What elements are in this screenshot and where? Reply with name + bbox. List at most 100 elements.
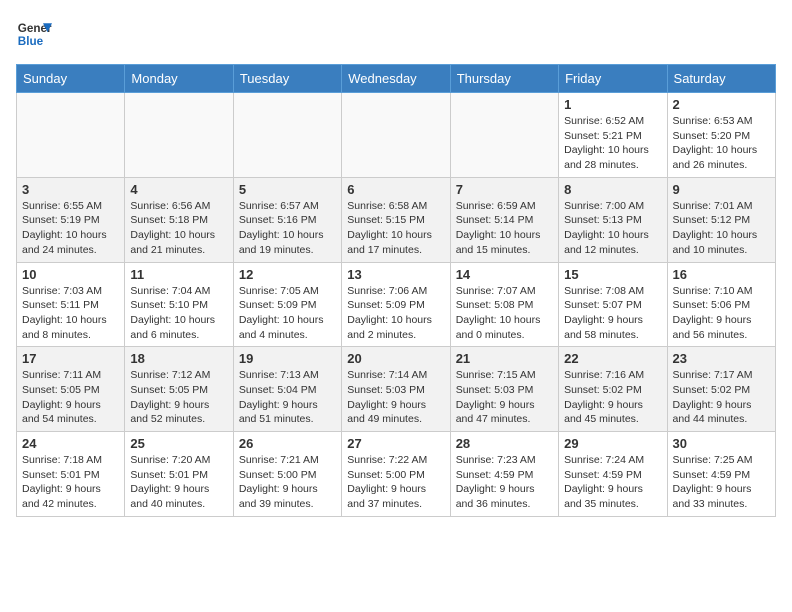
day-number: 29: [564, 436, 661, 451]
day-info: Sunrise: 7:03 AM Sunset: 5:11 PM Dayligh…: [22, 284, 119, 343]
day-number: 5: [239, 182, 336, 197]
day-info: Sunrise: 7:10 AM Sunset: 5:06 PM Dayligh…: [673, 284, 770, 343]
day-info: Sunrise: 6:59 AM Sunset: 5:14 PM Dayligh…: [456, 199, 553, 258]
weekday-header-tuesday: Tuesday: [233, 65, 341, 93]
calendar-week-row: 1 Sunrise: 6:52 AM Sunset: 5:21 PM Daylig…: [17, 93, 776, 178]
calendar-cell: 22 Sunrise: 7:16 AM Sunset: 5:02 PM Dayli…: [559, 347, 667, 432]
calendar-cell: 2Sunrise: 6:53 AM Sunset: 5:20 PM Daylig…: [667, 93, 775, 178]
day-info: Sunrise: 7:08 AM Sunset: 5:07 PM Dayligh…: [564, 284, 661, 343]
calendar-cell: 15 Sunrise: 7:08 AM Sunset: 5:07 PM Dayli…: [559, 262, 667, 347]
day-number: 10: [22, 267, 119, 282]
day-info: Sunrise: 7:12 AM Sunset: 5:05 PM Dayligh…: [130, 368, 227, 427]
day-number: 12: [239, 267, 336, 282]
day-number: 20: [347, 351, 444, 366]
calendar-table: SundayMondayTuesdayWednesdayThursdayFrid…: [16, 64, 776, 517]
day-number: 1: [564, 97, 661, 112]
day-number: 21: [456, 351, 553, 366]
day-number: 23: [673, 351, 770, 366]
day-number: 26: [239, 436, 336, 451]
day-info: Sunrise: 7:22 AM Sunset: 5:00 PM Dayligh…: [347, 453, 444, 512]
day-info: Sunrise: 7:16 AM Sunset: 5:02 PM Dayligh…: [564, 368, 661, 427]
calendar-cell: 16 Sunrise: 7:10 AM Sunset: 5:06 PM Dayli…: [667, 262, 775, 347]
day-info: Sunrise: 7:05 AM Sunset: 5:09 PM Dayligh…: [239, 284, 336, 343]
calendar-cell: [450, 93, 558, 178]
day-info: Sunrise: 6:52 AM Sunset: 5:21 PM Dayligh…: [564, 114, 661, 173]
day-info: Sunrise: 7:01 AM Sunset: 5:12 PM Dayligh…: [673, 199, 770, 258]
day-info: Sunrise: 7:13 AM Sunset: 5:04 PM Dayligh…: [239, 368, 336, 427]
page-header: General Blue: [16, 16, 776, 52]
calendar-cell: 4 Sunrise: 6:56 AM Sunset: 5:18 PM Daylig…: [125, 177, 233, 262]
day-info: Sunrise: 7:00 AM Sunset: 5:13 PM Dayligh…: [564, 199, 661, 258]
day-number: 30: [673, 436, 770, 451]
day-number: 7: [456, 182, 553, 197]
day-info: Sunrise: 7:17 AM Sunset: 5:02 PM Dayligh…: [673, 368, 770, 427]
logo: General Blue: [16, 16, 52, 52]
calendar-cell: 26 Sunrise: 7:21 AM Sunset: 5:00 PM Dayli…: [233, 432, 341, 517]
calendar-cell: 30Sunrise: 7:25 AM Sunset: 4:59 PM Dayli…: [667, 432, 775, 517]
day-info: Sunrise: 7:04 AM Sunset: 5:10 PM Dayligh…: [130, 284, 227, 343]
day-number: 25: [130, 436, 227, 451]
day-info: Sunrise: 6:55 AM Sunset: 5:19 PM Dayligh…: [22, 199, 119, 258]
day-number: 3: [22, 182, 119, 197]
day-number: 16: [673, 267, 770, 282]
weekday-header-saturday: Saturday: [667, 65, 775, 93]
calendar-cell: 27 Sunrise: 7:22 AM Sunset: 5:00 PM Dayli…: [342, 432, 450, 517]
day-info: Sunrise: 6:53 AM Sunset: 5:20 PM Dayligh…: [673, 114, 770, 173]
calendar-week-row: 3 Sunrise: 6:55 AM Sunset: 5:19 PM Daylig…: [17, 177, 776, 262]
calendar-cell: [233, 93, 341, 178]
day-number: 15: [564, 267, 661, 282]
calendar-cell: 11 Sunrise: 7:04 AM Sunset: 5:10 PM Dayli…: [125, 262, 233, 347]
day-info: Sunrise: 6:58 AM Sunset: 5:15 PM Dayligh…: [347, 199, 444, 258]
day-number: 14: [456, 267, 553, 282]
weekday-header-row: SundayMondayTuesdayWednesdayThursdayFrid…: [17, 65, 776, 93]
day-number: 13: [347, 267, 444, 282]
calendar-cell: 14 Sunrise: 7:07 AM Sunset: 5:08 PM Dayli…: [450, 262, 558, 347]
day-number: 22: [564, 351, 661, 366]
day-number: 8: [564, 182, 661, 197]
day-number: 9: [673, 182, 770, 197]
weekday-header-thursday: Thursday: [450, 65, 558, 93]
day-info: Sunrise: 7:18 AM Sunset: 5:01 PM Dayligh…: [22, 453, 119, 512]
calendar-cell: [17, 93, 125, 178]
day-number: 11: [130, 267, 227, 282]
day-info: Sunrise: 7:23 AM Sunset: 4:59 PM Dayligh…: [456, 453, 553, 512]
calendar-cell: 21 Sunrise: 7:15 AM Sunset: 5:03 PM Dayli…: [450, 347, 558, 432]
calendar-cell: 19 Sunrise: 7:13 AM Sunset: 5:04 PM Dayli…: [233, 347, 341, 432]
day-number: 28: [456, 436, 553, 451]
calendar-week-row: 10 Sunrise: 7:03 AM Sunset: 5:11 PM Dayli…: [17, 262, 776, 347]
weekday-header-friday: Friday: [559, 65, 667, 93]
day-info: Sunrise: 6:56 AM Sunset: 5:18 PM Dayligh…: [130, 199, 227, 258]
day-info: Sunrise: 7:06 AM Sunset: 5:09 PM Dayligh…: [347, 284, 444, 343]
calendar-cell: 5Sunrise: 6:57 AM Sunset: 5:16 PM Daylig…: [233, 177, 341, 262]
day-info: Sunrise: 7:24 AM Sunset: 4:59 PM Dayligh…: [564, 453, 661, 512]
calendar-cell: 12 Sunrise: 7:05 AM Sunset: 5:09 PM Dayli…: [233, 262, 341, 347]
day-number: 18: [130, 351, 227, 366]
weekday-header-sunday: Sunday: [17, 65, 125, 93]
calendar-cell: 10 Sunrise: 7:03 AM Sunset: 5:11 PM Dayli…: [17, 262, 125, 347]
day-number: 19: [239, 351, 336, 366]
calendar-cell: 1 Sunrise: 6:52 AM Sunset: 5:21 PM Daylig…: [559, 93, 667, 178]
calendar-cell: 28 Sunrise: 7:23 AM Sunset: 4:59 PM Dayli…: [450, 432, 558, 517]
calendar-week-row: 24Sunrise: 7:18 AM Sunset: 5:01 PM Dayli…: [17, 432, 776, 517]
svg-text:Blue: Blue: [18, 35, 44, 48]
calendar-cell: 18 Sunrise: 7:12 AM Sunset: 5:05 PM Dayli…: [125, 347, 233, 432]
calendar-week-row: 17Sunrise: 7:11 AM Sunset: 5:05 PM Dayli…: [17, 347, 776, 432]
day-number: 4: [130, 182, 227, 197]
day-info: Sunrise: 7:20 AM Sunset: 5:01 PM Dayligh…: [130, 453, 227, 512]
logo-icon: General Blue: [16, 16, 52, 52]
calendar-cell: 20 Sunrise: 7:14 AM Sunset: 5:03 PM Dayli…: [342, 347, 450, 432]
calendar-cell: 7 Sunrise: 6:59 AM Sunset: 5:14 PM Daylig…: [450, 177, 558, 262]
day-info: Sunrise: 7:21 AM Sunset: 5:00 PM Dayligh…: [239, 453, 336, 512]
day-info: Sunrise: 7:15 AM Sunset: 5:03 PM Dayligh…: [456, 368, 553, 427]
day-number: 17: [22, 351, 119, 366]
day-info: Sunrise: 7:07 AM Sunset: 5:08 PM Dayligh…: [456, 284, 553, 343]
weekday-header-wednesday: Wednesday: [342, 65, 450, 93]
calendar-cell: 24Sunrise: 7:18 AM Sunset: 5:01 PM Dayli…: [17, 432, 125, 517]
day-number: 27: [347, 436, 444, 451]
calendar-cell: 23 Sunrise: 7:17 AM Sunset: 5:02 PM Dayli…: [667, 347, 775, 432]
calendar-cell: 13 Sunrise: 7:06 AM Sunset: 5:09 PM Dayli…: [342, 262, 450, 347]
calendar-cell: 6Sunrise: 6:58 AM Sunset: 5:15 PM Daylig…: [342, 177, 450, 262]
day-info: Sunrise: 7:14 AM Sunset: 5:03 PM Dayligh…: [347, 368, 444, 427]
calendar-cell: 17Sunrise: 7:11 AM Sunset: 5:05 PM Dayli…: [17, 347, 125, 432]
calendar-cell: [125, 93, 233, 178]
